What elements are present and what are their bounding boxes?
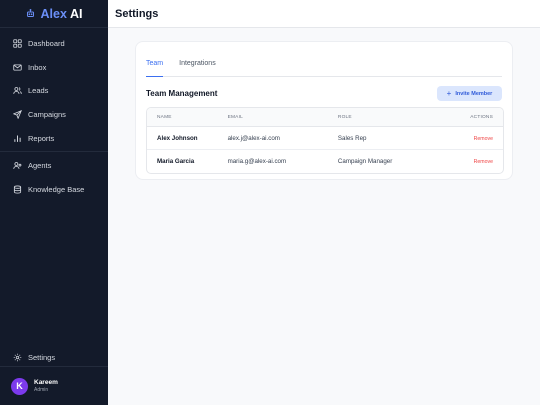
column-header-email: EMAIL: [227, 114, 243, 120]
column-header-actions: ACTIONS: [470, 114, 493, 120]
sidebar-item-agents[interactable]: Agents: [0, 154, 108, 178]
sidebar-item-label: Knowledge Base: [28, 184, 85, 194]
user-profile[interactable]: K Kareem Admin: [0, 366, 108, 405]
member-email: alex.j@alex-ai.com: [227, 134, 280, 142]
actions-cell: Remove: [447, 135, 503, 142]
sidebar-item-leads[interactable]: Leads: [0, 79, 108, 103]
actions-cell: Remove: [447, 158, 503, 165]
sidebar: Alex AI Dashboard Inbox Leads Campaigns …: [0, 0, 108, 405]
sidebar-item-label: Campaigns: [28, 110, 66, 120]
page-title: Settings: [115, 7, 159, 20]
sidebar-item-label: Inbox: [28, 62, 47, 72]
sidebar-item-label: Leads: [28, 86, 49, 96]
sidebar-item-inbox[interactable]: Inbox: [0, 56, 108, 80]
settings-card: Team Integrations Team Management + Invi…: [135, 41, 513, 180]
sidebar-item-reports[interactable]: Reports: [0, 126, 108, 150]
avatar: K: [11, 377, 28, 395]
remove-member-button[interactable]: Remove: [474, 159, 493, 165]
member-name: Alex Johnson: [157, 134, 198, 142]
table-row: Maria Garcia maria.g@alex-ai.com Campaig…: [147, 150, 503, 173]
member-name: Maria Garcia: [157, 158, 195, 165]
brand-logo[interactable]: Alex AI: [0, 0, 108, 28]
user-role: Admin: [34, 387, 49, 393]
mail-icon: [12, 62, 22, 72]
sidebar-item-knowledge-base[interactable]: Knowledge Base: [0, 178, 108, 202]
column-header-name: NAME: [157, 114, 172, 120]
sidebar-item-dashboard[interactable]: Dashboard: [0, 32, 108, 56]
sidebar-item-label: Reports: [28, 133, 55, 143]
section-title: Team Management: [146, 89, 218, 98]
sidebar-nav: Dashboard Inbox Leads Campaigns Reports …: [0, 32, 108, 201]
sidebar-item-label: Settings: [28, 353, 56, 363]
member-role: Sales Rep: [337, 134, 367, 142]
robot-icon: [26, 9, 36, 19]
page-header: Settings: [108, 0, 540, 28]
tab-team[interactable]: Team: [146, 52, 164, 77]
user-name: Kareem: [34, 379, 58, 386]
member-email: maria.g@alex-ai.com: [227, 158, 287, 165]
invite-member-button[interactable]: + Invite Member: [437, 86, 502, 101]
dashboard-grid-icon: [12, 39, 22, 49]
send-icon: [12, 110, 22, 120]
invite-member-label: Invite Member: [455, 90, 493, 97]
gear-icon: [12, 353, 22, 363]
member-role: Campaign Manager: [337, 158, 393, 165]
tab-integrations[interactable]: Integrations: [179, 52, 216, 76]
sidebar-item-campaigns[interactable]: Campaigns: [0, 103, 108, 127]
user-info: Kareem Admin: [34, 379, 58, 393]
table-row: Alex Johnson alex.j@alex-ai.com Sales Re…: [147, 127, 503, 150]
tab-bar: Team Integrations: [146, 52, 502, 77]
team-table: NAME EMAIL ROLE ACTIONS Alex Johnson ale…: [146, 107, 504, 174]
table-header: NAME EMAIL ROLE ACTIONS: [147, 108, 503, 127]
agent-icon: [12, 161, 22, 171]
sidebar-divider: [0, 150, 108, 152]
bar-chart-icon: [12, 133, 22, 143]
database-icon: [12, 184, 22, 194]
column-header-role: ROLE: [337, 114, 352, 120]
sidebar-item-label: Agents: [28, 161, 52, 171]
sidebar-item-label: Dashboard: [28, 39, 65, 49]
plus-icon: +: [446, 88, 452, 98]
brand-name: Alex AI: [40, 6, 83, 21]
users-icon: [12, 86, 22, 96]
remove-member-button[interactable]: Remove: [474, 136, 493, 142]
